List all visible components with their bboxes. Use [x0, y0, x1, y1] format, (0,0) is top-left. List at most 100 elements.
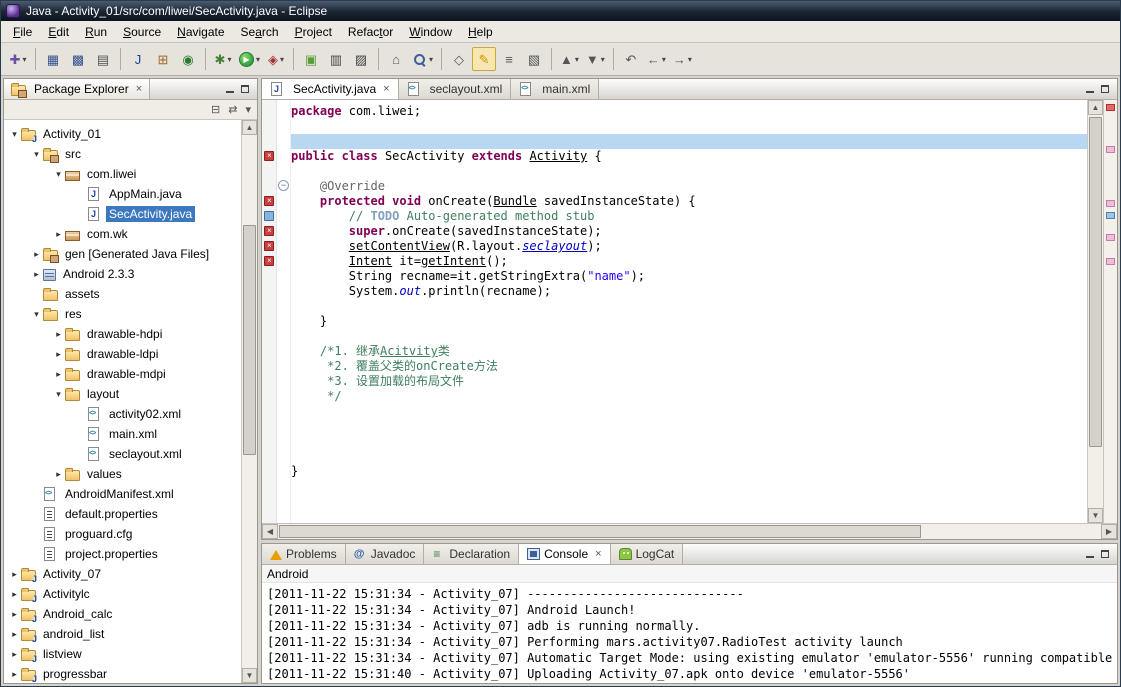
scroll-thumb[interactable]	[1089, 117, 1102, 447]
debug-button[interactable]: ✱▾	[211, 47, 235, 71]
editor-vertical-scrollbar[interactable]: ▲ ▼	[1087, 100, 1103, 523]
console-output[interactable]: [2011-11-22 15:31:34 - Activity_07] ----…	[262, 583, 1117, 683]
tree-item[interactable]: ▸Android_calc	[4, 604, 241, 624]
error-marker-icon[interactable]	[264, 226, 274, 236]
editor-tab-seclayout.xml[interactable]: seclayout.xml	[399, 79, 512, 99]
package-explorer-tab[interactable]: Package Explorer ×	[4, 79, 150, 99]
expander-icon[interactable]: ▸	[52, 229, 65, 240]
error-marker-icon[interactable]	[264, 241, 274, 251]
occurrence-overview-marker[interactable]	[1106, 200, 1115, 207]
new-class-button[interactable]: ◉	[176, 47, 200, 71]
error-overview-marker[interactable]	[1106, 104, 1115, 111]
folding-column[interactable]: −	[277, 100, 291, 523]
run-button[interactable]: ▶▾	[236, 47, 263, 71]
maximize-editor-icon[interactable]	[1100, 84, 1110, 94]
scroll-up-icon[interactable]: ▲	[1088, 100, 1103, 115]
tree-item[interactable]: default.properties	[4, 504, 241, 524]
menu-project[interactable]: Project	[287, 22, 340, 42]
new-wizard-button[interactable]: ✚▾	[6, 47, 30, 71]
expander-icon[interactable]: ▸	[30, 249, 43, 260]
scroll-down-icon[interactable]: ▼	[242, 668, 257, 683]
expander-icon[interactable]: ▸	[52, 469, 65, 480]
maximize-view-icon[interactable]	[240, 84, 250, 94]
forward-button[interactable]: →▾	[670, 47, 695, 71]
tree-item[interactable]: ▸Activity_07	[4, 564, 241, 584]
menu-edit[interactable]: Edit	[40, 22, 77, 42]
menu-file[interactable]: File	[5, 22, 40, 42]
tree-item[interactable]: ▸com.wk	[4, 224, 241, 244]
format-button[interactable]: ▧	[522, 47, 546, 71]
scroll-down-icon[interactable]: ▼	[1088, 508, 1103, 523]
occurrence-overview-marker[interactable]	[1106, 146, 1115, 153]
tree-item[interactable]: main.xml	[4, 424, 241, 444]
tree-scrollbar[interactable]: ▲ ▼	[241, 120, 257, 683]
tree-item[interactable]: ▸drawable-mdpi	[4, 364, 241, 384]
menu-navigate[interactable]: Navigate	[169, 22, 232, 42]
expander-icon[interactable]: ▸	[52, 329, 65, 340]
back-button[interactable]: ←▾	[644, 47, 669, 71]
minimize-view-icon[interactable]	[225, 84, 235, 94]
tree-item[interactable]: activity02.xml	[4, 404, 241, 424]
tree-item[interactable]: ▾res	[4, 304, 241, 324]
tree-item[interactable]: ▾com.liwei	[4, 164, 241, 184]
scroll-up-icon[interactable]: ▲	[242, 120, 257, 135]
task-marker-icon[interactable]	[264, 211, 274, 221]
expander-icon[interactable]: ▾	[30, 149, 43, 160]
code-area[interactable]: package com.liwei; public class SecActiv…	[291, 100, 1087, 523]
editor-horizontal-scrollbar[interactable]: ◀ ▶	[262, 523, 1117, 539]
tree-item[interactable]: ▾src	[4, 144, 241, 164]
view-menu-icon[interactable]: ▾	[245, 103, 251, 116]
tree-item[interactable]: AppMain.java	[4, 184, 241, 204]
editor-tab-secactivity.java[interactable]: SecActivity.java×	[262, 79, 399, 99]
tree-item[interactable]: seclayout.xml	[4, 444, 241, 464]
search-button[interactable]: ▾	[409, 47, 436, 71]
collapse-all-icon[interactable]: ⊟	[211, 103, 220, 116]
tree-item[interactable]: ▸android_list	[4, 624, 241, 644]
close-view-icon[interactable]: ×	[136, 83, 142, 95]
task-overview-marker[interactable]	[1106, 212, 1115, 219]
print-button[interactable]: ▤	[91, 47, 115, 71]
minimize-editor-icon[interactable]	[1085, 84, 1095, 94]
tree-item[interactable]: ▾Activity_01	[4, 124, 241, 144]
open-task-button[interactable]: ⌂	[384, 47, 408, 71]
scroll-left-icon[interactable]: ◀	[262, 524, 278, 539]
occurrence-overview-marker[interactable]	[1106, 234, 1115, 241]
tree-item[interactable]: ▸progressbar	[4, 664, 241, 683]
run-external-tools-button[interactable]: ◈▾	[264, 47, 288, 71]
collapse-fold-icon[interactable]: −	[278, 180, 289, 191]
maximize-view-icon[interactable]	[1100, 549, 1110, 559]
view-tab-logcat[interactable]: LogCat	[611, 544, 684, 564]
expander-icon[interactable]: ▾	[30, 309, 43, 320]
editor-tab-main.xml[interactable]: main.xml	[511, 79, 599, 99]
menu-run[interactable]: Run	[77, 22, 115, 42]
scroll-right-icon[interactable]: ▶	[1101, 524, 1117, 539]
expander-icon[interactable]: ▸	[30, 269, 43, 280]
expander-icon[interactable]: ▸	[8, 609, 21, 620]
tree-item[interactable]: SecActivity.java	[4, 204, 241, 224]
previous-annotation-button[interactable]: ▲▾	[557, 47, 582, 71]
tree-item[interactable]: AndroidManifest.xml	[4, 484, 241, 504]
view-tab-javadoc[interactable]: Javadoc	[346, 544, 425, 564]
expander-icon[interactable]: ▸	[52, 369, 65, 380]
expander-icon[interactable]: ▸	[8, 589, 21, 600]
save-all-button[interactable]: ▩	[66, 47, 90, 71]
error-marker-icon[interactable]	[264, 196, 274, 206]
overview-ruler[interactable]	[1103, 100, 1117, 523]
open-type-button[interactable]: ◇	[447, 47, 471, 71]
tree-item[interactable]: ▾layout	[4, 384, 241, 404]
tree-item[interactable]: ▸values	[4, 464, 241, 484]
show-annotations-button[interactable]: ≡	[497, 47, 521, 71]
tree-item[interactable]: assets	[4, 284, 241, 304]
new-java-project-button[interactable]: J	[126, 47, 150, 71]
close-tab-icon[interactable]: ×	[383, 83, 389, 95]
error-marker-icon[interactable]	[264, 151, 274, 161]
mark-occurrences-button[interactable]: ✎	[472, 47, 496, 71]
view-tab-declaration[interactable]: Declaration	[424, 544, 519, 564]
menu-source[interactable]: Source	[115, 22, 169, 42]
scroll-thumb[interactable]	[243, 225, 256, 455]
new-android-project-button[interactable]: ▣	[299, 47, 323, 71]
android-virtual-device-manager-button[interactable]: ▨	[349, 47, 373, 71]
save-button[interactable]: ▦	[41, 47, 65, 71]
tree-item[interactable]: proguard.cfg	[4, 524, 241, 544]
menu-help[interactable]: Help	[460, 22, 501, 42]
